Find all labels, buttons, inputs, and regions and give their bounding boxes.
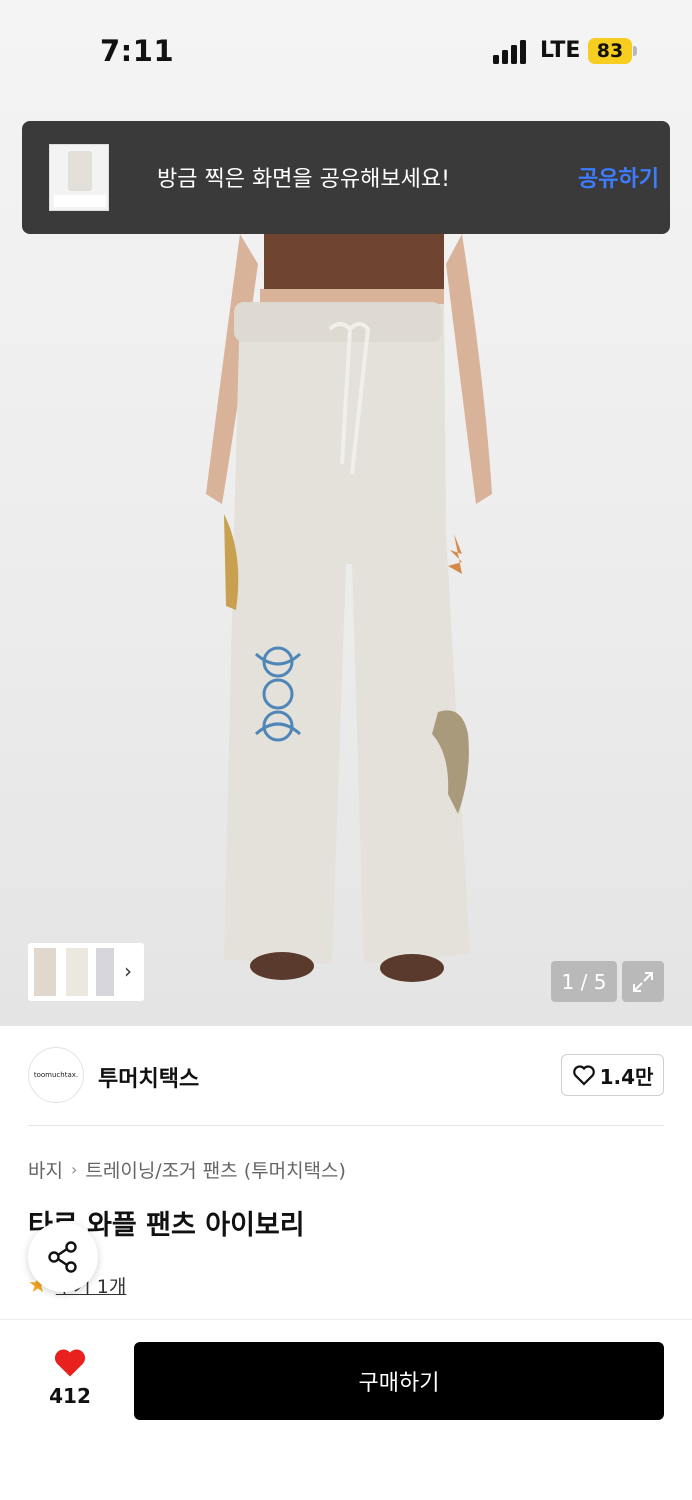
buy-button[interactable]: 구매하기 (134, 1342, 664, 1420)
network-type: LTE (540, 38, 581, 63)
breadcrumb: 바지 › 트레이닝/조거 팬츠 (투머치택스) (28, 1156, 346, 1183)
signal-icon (493, 40, 529, 64)
brand-row[interactable]: toomuchtax. 투머치택스 1.4만 (0, 1026, 692, 1126)
status-bar: 7:11 LTE 83 (0, 0, 692, 100)
screenshot-thumbnail[interactable] (49, 144, 109, 211)
thumbnail-strip[interactable]: › (28, 943, 144, 1001)
heart-filled-icon (54, 1349, 86, 1377)
image-counter: 1 / 5 (551, 961, 617, 1002)
expand-icon[interactable] (622, 961, 664, 1002)
brand-logo[interactable]: toomuchtax. (28, 1047, 84, 1103)
breadcrumb-category[interactable]: 바지 (28, 1156, 63, 1183)
thumbnail-3[interactable] (96, 948, 114, 996)
bottom-action-bar: 412 구매하기 (0, 1319, 692, 1500)
battery-icon: 83 (588, 38, 632, 64)
thumbnail-2[interactable] (66, 948, 88, 996)
brand-name[interactable]: 투머치택스 (98, 1061, 199, 1093)
brand-like-button[interactable]: 1.4만 (561, 1054, 664, 1096)
brand-like-count: 1.4만 (599, 1064, 654, 1089)
share-icon (48, 1241, 77, 1273)
chevron-right-icon[interactable]: › (124, 959, 132, 983)
product-photo (206, 234, 492, 982)
toast-share-button[interactable]: 공유하기 (578, 161, 659, 193)
share-toast: 방금 찍은 화면을 공유해보세요! 공유하기 (22, 121, 670, 234)
wishlist-button[interactable]: 412 (40, 1346, 100, 1408)
toast-message: 방금 찍은 화면을 공유해보세요! (157, 167, 450, 192)
wishlist-count: 412 (49, 1384, 91, 1408)
battery-tip (633, 46, 637, 56)
status-time: 7:11 (100, 34, 175, 68)
share-button[interactable] (28, 1222, 98, 1292)
breadcrumb-subcategory[interactable]: 트레이닝/조거 팬츠 (투머치택스) (85, 1156, 346, 1183)
thumbnail-1[interactable] (34, 948, 56, 996)
heart-outline-icon (572, 1065, 595, 1086)
chevron-right-icon: › (70, 1160, 78, 1179)
divider (28, 1125, 664, 1126)
